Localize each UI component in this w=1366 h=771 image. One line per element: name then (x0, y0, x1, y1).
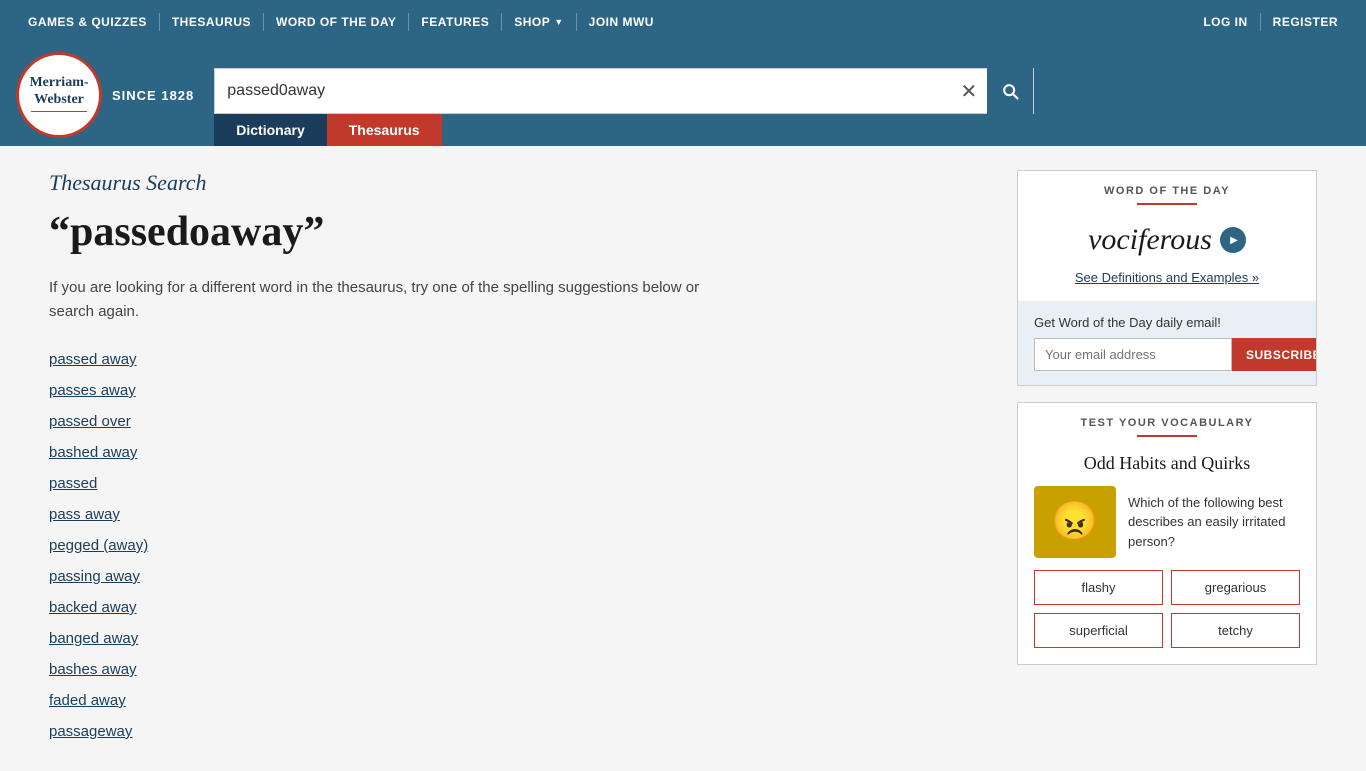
vocab-divider (1137, 435, 1197, 437)
vocab-header: TEST YOUR VOCABULARY (1018, 403, 1316, 453)
search-term-heading: “passedoaway” (49, 208, 993, 256)
suggestion-link-faded-away[interactable]: faded away (49, 685, 993, 716)
vocab-emoji: 😠 (1051, 500, 1098, 544)
play-icon: ▶ (1230, 235, 1238, 246)
wotd-divider (1137, 203, 1197, 205)
list-item: passed over (49, 406, 993, 437)
logo-line (31, 111, 87, 112)
nav-link-word-of-day[interactable]: WORD OF THE DAY (264, 0, 408, 44)
see-definitions-link[interactable]: See Definitions and Examples » (1075, 270, 1259, 285)
wotd-email-section: Get Word of the Day daily email! SUBSCRI… (1018, 301, 1316, 385)
logo-text: Merriam-Webster (29, 75, 88, 109)
clear-search-button[interactable]: ✕ (951, 79, 988, 104)
email-input[interactable] (1034, 338, 1232, 371)
audio-play-button[interactable]: ▶ (1220, 227, 1246, 253)
top-nav: GAMES & QUIZZES THESAURUS WORD OF THE DA… (0, 0, 1366, 44)
suggestion-link-backed-away[interactable]: backed away (49, 592, 993, 623)
list-item: passing away (49, 561, 993, 592)
search-input[interactable] (215, 82, 950, 100)
suggestion-link-pegged-away[interactable]: pegged (away) (49, 530, 993, 561)
no-result-text: If you are looking for a different word … (49, 276, 729, 324)
list-item: bashed away (49, 437, 993, 468)
vocab-choice-flashy[interactable]: flashy (1034, 570, 1163, 605)
search-box: ✕ (214, 68, 1034, 114)
list-item: passed away (49, 344, 993, 375)
nav-link-shop[interactable]: SHOP ▼ (502, 0, 575, 44)
suggestion-list: passed away passes away passed over bash… (49, 344, 993, 747)
vocab-image: 😠 (1034, 486, 1116, 558)
wotd-email-text: Get Word of the Day daily email! (1034, 315, 1300, 330)
suggestion-link-passing-away[interactable]: passing away (49, 561, 993, 592)
nav-link-games-quizzes[interactable]: GAMES & QUIZZES (16, 0, 159, 44)
vocab-choice-superficial[interactable]: superficial (1034, 613, 1163, 648)
wotd-header: WORD OF THE DAY (1018, 171, 1316, 217)
suggestion-link-pass-away[interactable]: pass away (49, 499, 993, 530)
list-item: passed (49, 468, 993, 499)
vocab-choice-gregarious[interactable]: gregarious (1171, 570, 1300, 605)
search-icon (1000, 81, 1020, 101)
header-area: Merriam-Webster SINCE 1828 ✕ Dictionary … (0, 44, 1366, 146)
tab-dictionary[interactable]: Dictionary (214, 114, 326, 146)
wotd-card: WORD OF THE DAY vociferous ▶ See Definit… (1017, 170, 1317, 386)
nav-link-register[interactable]: REGISTER (1261, 0, 1350, 44)
tab-bar: Dictionary Thesaurus (214, 114, 1034, 146)
list-item: passes away (49, 375, 993, 406)
suggestion-link-passed[interactable]: passed (49, 468, 993, 499)
content-area: Thesaurus Search “passedoaway” If you ar… (49, 170, 993, 747)
list-item: bashes away (49, 654, 993, 685)
wotd-label: WORD OF THE DAY (1034, 185, 1300, 197)
vocab-title: Odd Habits and Quirks (1018, 453, 1316, 486)
wotd-see-link: See Definitions and Examples » (1018, 267, 1316, 301)
list-item: pass away (49, 499, 993, 530)
vocab-image-row: 😠 Which of the following best describes … (1018, 486, 1316, 570)
logo: Merriam-Webster SINCE 1828 (16, 52, 194, 146)
since-text: SINCE 1828 (112, 88, 194, 103)
subscribe-button[interactable]: SUBSCRIBE (1232, 338, 1317, 371)
main-container: Thesaurus Search “passedoaway” If you ar… (33, 146, 1333, 771)
vocab-choices: flashy gregarious superficial tetchy (1018, 570, 1316, 664)
list-item: backed away (49, 592, 993, 623)
vocab-choice-tetchy[interactable]: tetchy (1171, 613, 1300, 648)
shop-label: SHOP (514, 15, 550, 29)
logo-circle: Merriam-Webster (16, 52, 102, 138)
suggestion-link-passed-over[interactable]: passed over (49, 406, 993, 437)
chevron-down-icon: ▼ (554, 17, 563, 27)
nav-link-features[interactable]: FEATURES (409, 0, 501, 44)
suggestion-link-bashed-away[interactable]: bashed away (49, 437, 993, 468)
nav-link-login[interactable]: LOG IN (1191, 0, 1259, 44)
suggestion-link-passes-away[interactable]: passes away (49, 375, 993, 406)
suggestion-link-passageway[interactable]: passageway (49, 716, 993, 747)
suggestion-link-bashes-away[interactable]: bashes away (49, 654, 993, 685)
wotd-word-area: vociferous ▶ (1018, 217, 1316, 267)
list-item: passageway (49, 716, 993, 747)
email-form: SUBSCRIBE (1034, 338, 1300, 371)
vocab-label: TEST YOUR VOCABULARY (1034, 417, 1300, 429)
sidebar: WORD OF THE DAY vociferous ▶ See Definit… (1017, 170, 1317, 747)
vocab-question: Which of the following best describes an… (1128, 493, 1300, 552)
nav-link-thesaurus[interactable]: THESAURUS (160, 0, 263, 44)
vocab-card: TEST YOUR VOCABULARY Odd Habits and Quir… (1017, 402, 1317, 665)
list-item: banged away (49, 623, 993, 654)
list-item: faded away (49, 685, 993, 716)
nav-link-join-mwu[interactable]: JOIN MWU (577, 0, 666, 44)
wotd-word: vociferous (1088, 223, 1212, 257)
search-area: ✕ Dictionary Thesaurus (214, 68, 1034, 146)
search-button[interactable] (987, 68, 1033, 114)
suggestion-link-passed-away[interactable]: passed away (49, 344, 993, 375)
tab-thesaurus[interactable]: Thesaurus (327, 114, 442, 146)
list-item: pegged (away) (49, 530, 993, 561)
suggestion-link-banged-away[interactable]: banged away (49, 623, 993, 654)
thesaurus-label: Thesaurus Search (49, 170, 993, 196)
